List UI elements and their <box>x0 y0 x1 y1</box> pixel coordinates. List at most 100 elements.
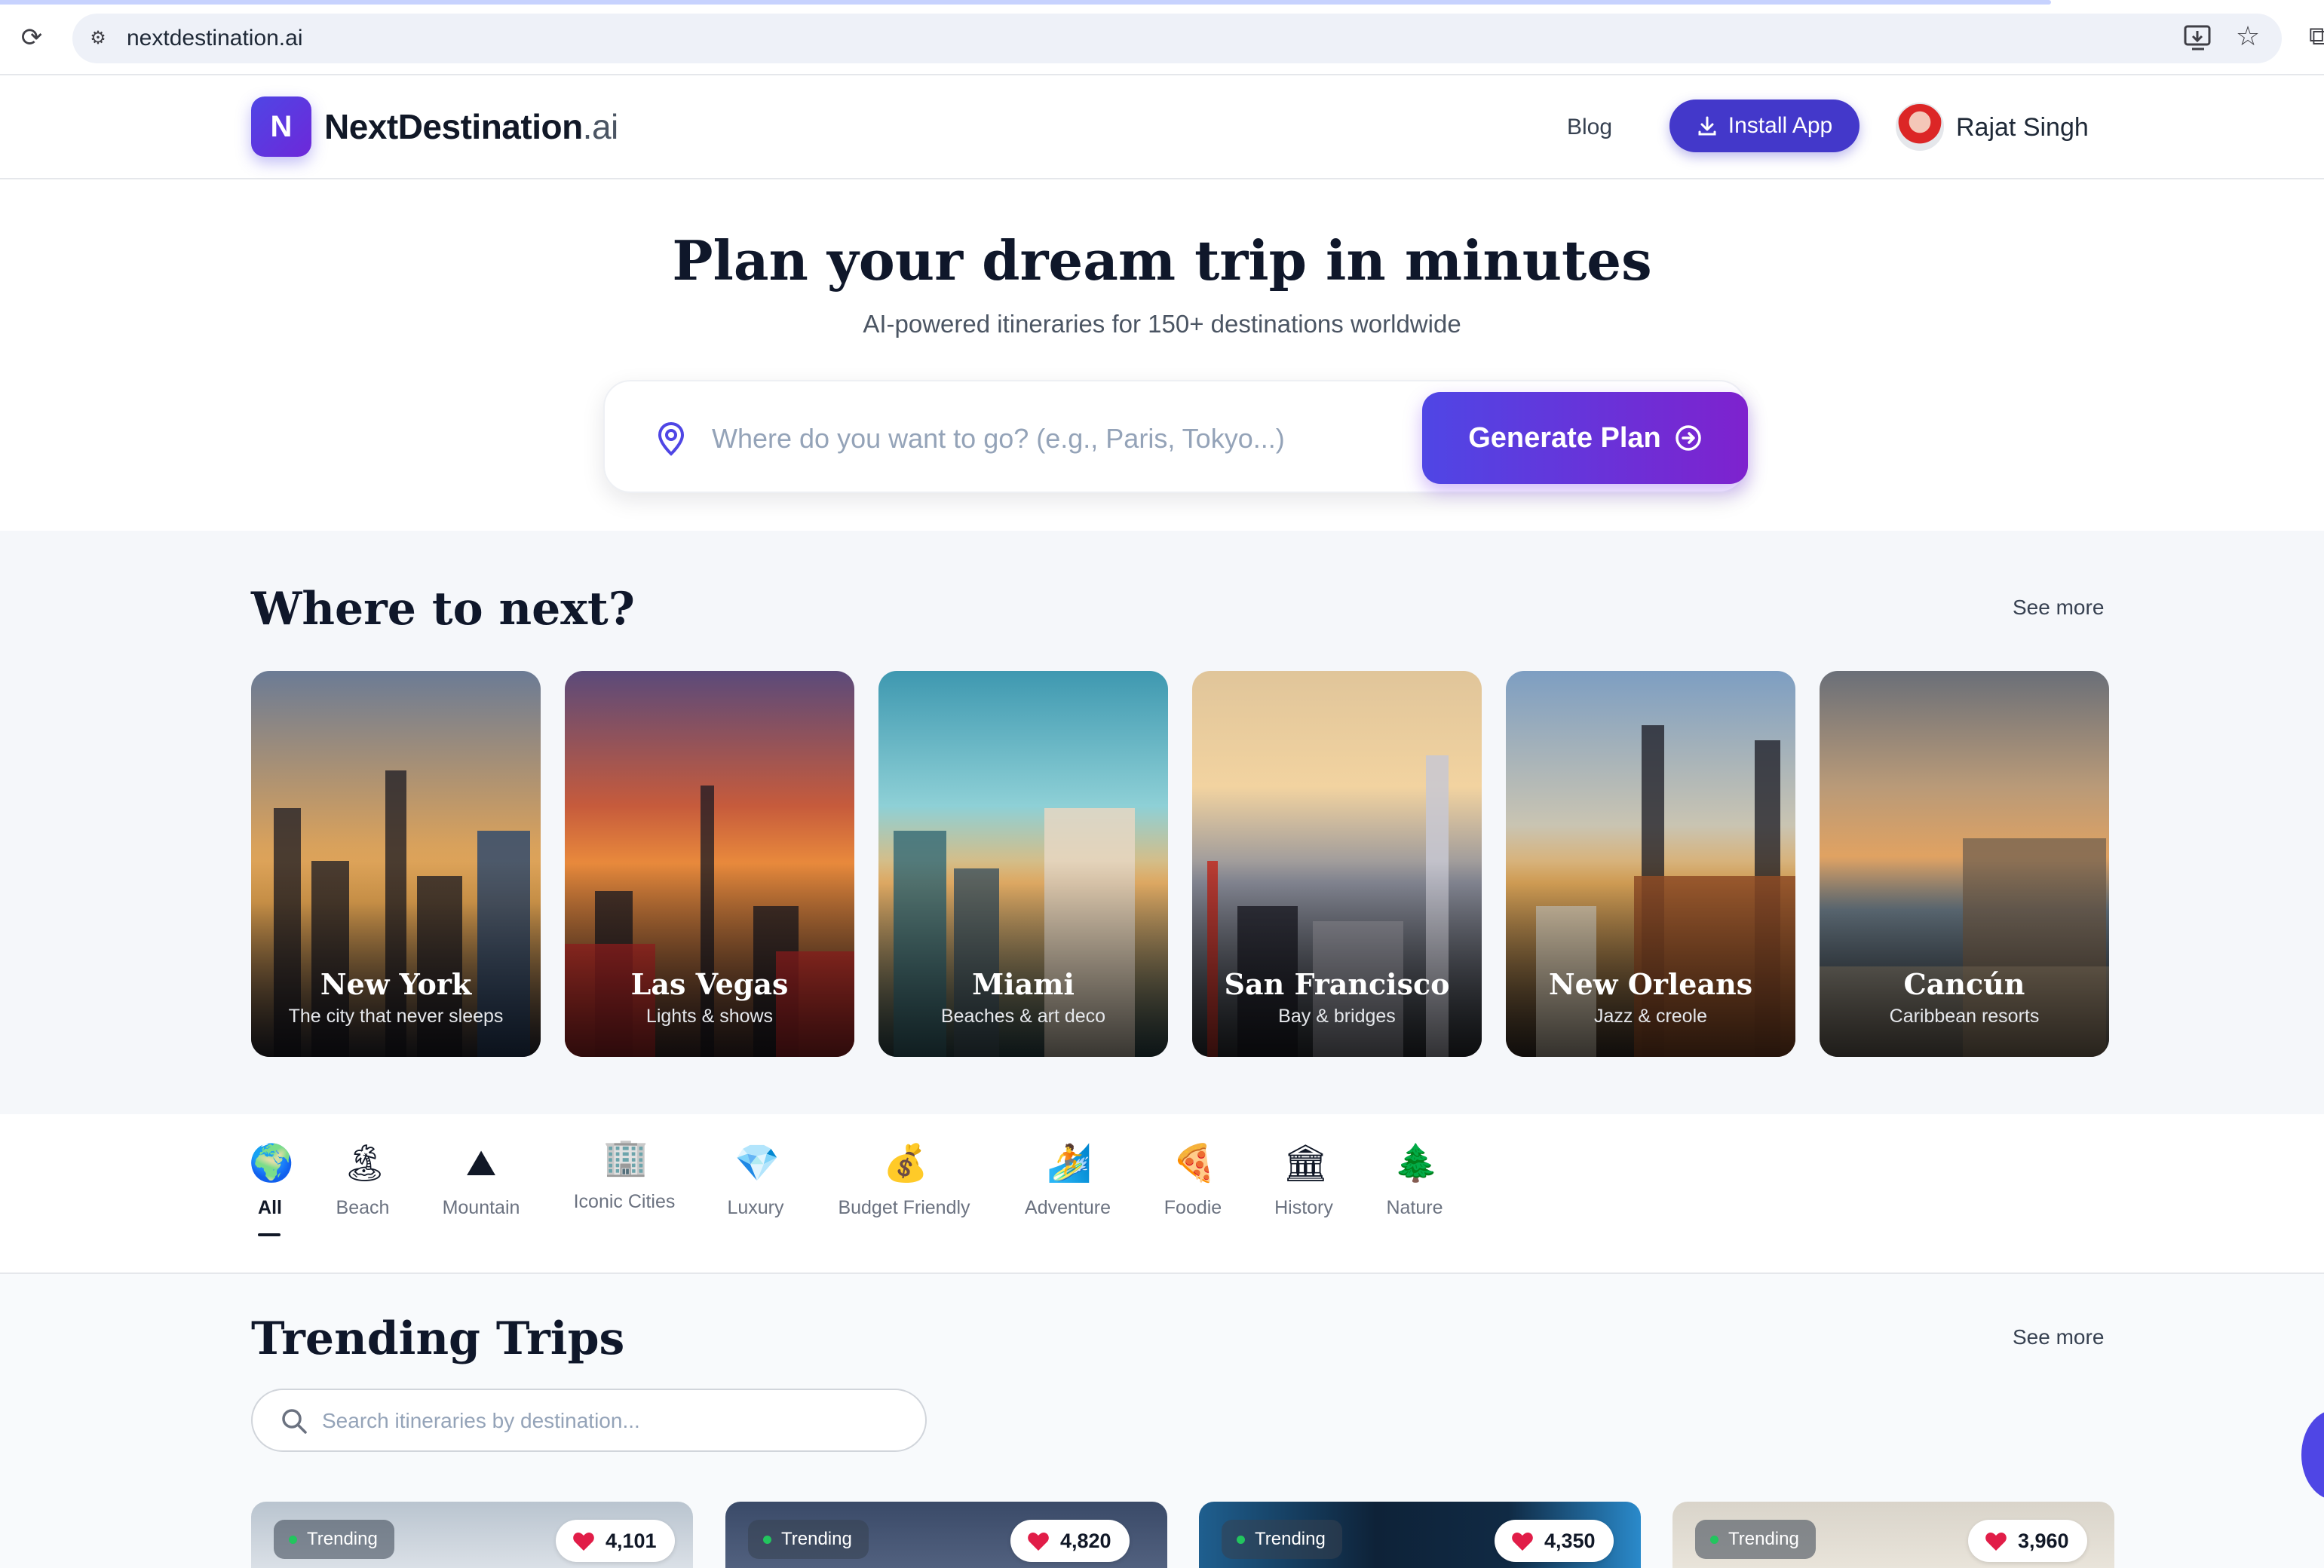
trending-badge: Trending <box>1222 1520 1342 1559</box>
itinerary-search-input[interactable] <box>322 1404 895 1438</box>
location-pin-icon <box>658 421 685 456</box>
heart-icon <box>573 1533 594 1551</box>
destination-tagline: Jazz & creole <box>1593 1006 1708 1027</box>
destination-card-san-francisco[interactable]: San Francisco Bay & bridges <box>1192 671 1482 1057</box>
trending-badge-label: Trending <box>1728 1529 1799 1549</box>
category-label: Budget Friendly <box>838 1197 970 1218</box>
building-icon: 🏢 <box>603 1138 648 1178</box>
likes-count: 4,350 <box>1544 1530 1596 1552</box>
site-header: N NextDestination.ai Blog Install App Ra… <box>0 75 2324 179</box>
destination-input[interactable] <box>712 415 1406 463</box>
destination-card-miami[interactable]: Miami Beaches & art deco <box>878 671 1168 1057</box>
destination-tagline: Caribbean resorts <box>1889 1006 2040 1027</box>
category-label: Beach <box>336 1197 390 1218</box>
trending-dot <box>1237 1536 1245 1544</box>
category-label: Luxury <box>727 1197 784 1218</box>
tree-icon: 🌲 <box>1393 1144 1439 1184</box>
trip-card[interactable]: Trending 4,350 <box>1199 1502 1641 1568</box>
category-iconic-cities[interactable]: 🏢 Iconic Cities <box>567 1137 682 1214</box>
destination-tagline: Lights & shows <box>645 1006 774 1027</box>
download-icon <box>1698 116 1716 136</box>
url-text[interactable]: nextdestination.ai <box>127 24 303 53</box>
destination-name: San Francisco <box>1224 967 1450 1001</box>
category-nature[interactable]: 🌲 Nature <box>1380 1143 1449 1220</box>
brand-tld: .ai <box>582 107 619 146</box>
trip-card[interactable]: Trending 4,101 <box>251 1502 693 1568</box>
generate-plan-button[interactable]: Generate Plan <box>1422 392 1748 484</box>
hero-subtitle: AI-powered itineraries for 150+ destinat… <box>863 310 1461 338</box>
money-bag-icon: 💰 <box>883 1144 928 1184</box>
trending-see-more-link[interactable]: See more <box>2013 1324 2104 1351</box>
destination-card-cancun[interactable]: Cancún Caribbean resorts <box>1820 671 2109 1057</box>
active-category-underline <box>258 1233 281 1236</box>
generate-plan-label: Generate Plan <box>1468 421 1661 454</box>
install-page-icon[interactable] <box>2183 24 2213 51</box>
destination-card-new-york[interactable]: New York The city that never sleeps <box>251 671 541 1057</box>
diamond-icon: 💎 <box>734 1144 780 1184</box>
trending-badge: Trending <box>274 1520 394 1559</box>
page-load-indicator <box>0 0 2051 5</box>
category-foodie[interactable]: 🍕 Foodie <box>1158 1143 1228 1220</box>
user-avatar[interactable] <box>1896 103 1944 151</box>
likes-count: 4,101 <box>606 1530 657 1552</box>
likes-count: 4,820 <box>1060 1530 1111 1552</box>
trending-trips-section: Trending Trips See more Trending 4,101 T… <box>0 1274 2324 1568</box>
category-label: Foodie <box>1164 1197 1222 1218</box>
category-luxury[interactable]: 💎 Luxury <box>722 1143 789 1220</box>
extensions-icon[interactable]: ⧉ <box>2309 21 2324 51</box>
category-label: Nature <box>1386 1197 1443 1218</box>
trip-card[interactable]: Trending 4,820 <box>725 1502 1167 1568</box>
destination-name: Las Vegas <box>630 967 789 1001</box>
destinations-see-more-link[interactable]: See more <box>2013 594 2104 621</box>
destination-name: Cancún <box>1903 967 2025 1001</box>
user-name[interactable]: Rajat Singh <box>1956 112 2089 143</box>
destination-tagline: Beaches & art deco <box>940 1006 1106 1027</box>
category-all[interactable]: 🌍 All <box>249 1143 294 1220</box>
reload-icon[interactable]: ⟳ <box>17 23 47 53</box>
likes-pill[interactable]: 3,960 <box>1968 1520 2087 1562</box>
category-beach[interactable]: 🏝 Beach <box>333 1143 393 1220</box>
destination-name: New York <box>320 967 472 1001</box>
destination-name: Miami <box>972 967 1075 1001</box>
trending-badge: Trending <box>748 1520 869 1559</box>
category-label: Mountain <box>442 1197 520 1218</box>
install-app-button[interactable]: Install App <box>1669 100 1860 152</box>
category-label: Adventure <box>1025 1197 1111 1218</box>
category-filter-bar: 🌍 All 🏝 Beach ⛰ Mountain 🏢 Iconic Cities… <box>0 1114 2324 1274</box>
brand-logo[interactable]: NextDestination.ai <box>324 104 618 149</box>
beach-icon: 🏝 <box>342 1144 388 1184</box>
nav-blog-link[interactable]: Blog <box>1567 113 1612 142</box>
trending-badge-label: Trending <box>781 1529 852 1549</box>
pizza-icon: 🍕 <box>1172 1144 1217 1184</box>
destination-card-las-vegas[interactable]: Las Vegas Lights & shows <box>565 671 854 1057</box>
trending-dot <box>763 1536 771 1544</box>
site-info-icon[interactable]: ⚙ <box>83 23 113 54</box>
heart-icon <box>1512 1533 1533 1551</box>
trending-badge-label: Trending <box>307 1529 378 1549</box>
trending-dot <box>1710 1536 1718 1544</box>
category-label: History <box>1274 1197 1333 1218</box>
likes-pill[interactable]: 4,350 <box>1495 1520 1614 1562</box>
logo-badge[interactable]: N <box>251 96 311 157</box>
install-app-label: Install App <box>1728 113 1833 138</box>
destination-card-new-orleans[interactable]: New Orleans Jazz & creole <box>1506 671 1795 1057</box>
browser-toolbar: ⟳ ⚙ nextdestination.ai ☆ ⧉ <box>0 0 2324 75</box>
category-history[interactable]: 🏛 History <box>1268 1143 1339 1220</box>
heart-icon <box>1985 1533 2007 1551</box>
brand-name: NextDestination <box>324 107 583 146</box>
bookmark-icon[interactable]: ☆ <box>2233 21 2263 51</box>
category-label: All <box>258 1197 282 1218</box>
trending-badge-label: Trending <box>1255 1529 1326 1549</box>
trending-dot <box>289 1536 297 1544</box>
category-budget-friendly[interactable]: 💰 Budget Friendly <box>832 1143 976 1220</box>
likes-pill[interactable]: 4,820 <box>1010 1520 1130 1562</box>
trending-badge: Trending <box>1695 1520 1816 1559</box>
itinerary-search-box <box>251 1389 927 1452</box>
globe-icon: 🌍 <box>249 1144 294 1184</box>
category-adventure[interactable]: 🏄 Adventure <box>1019 1143 1116 1220</box>
likes-pill[interactable]: 4,101 <box>556 1520 675 1562</box>
trip-card[interactable]: Trending 3,960 <box>1672 1502 2114 1568</box>
address-bar[interactable]: ⚙ nextdestination.ai <box>72 14 2282 63</box>
category-mountain[interactable]: ⛰ Mountain <box>437 1143 525 1220</box>
classical-building-icon: 🏛 <box>1283 1144 1329 1184</box>
